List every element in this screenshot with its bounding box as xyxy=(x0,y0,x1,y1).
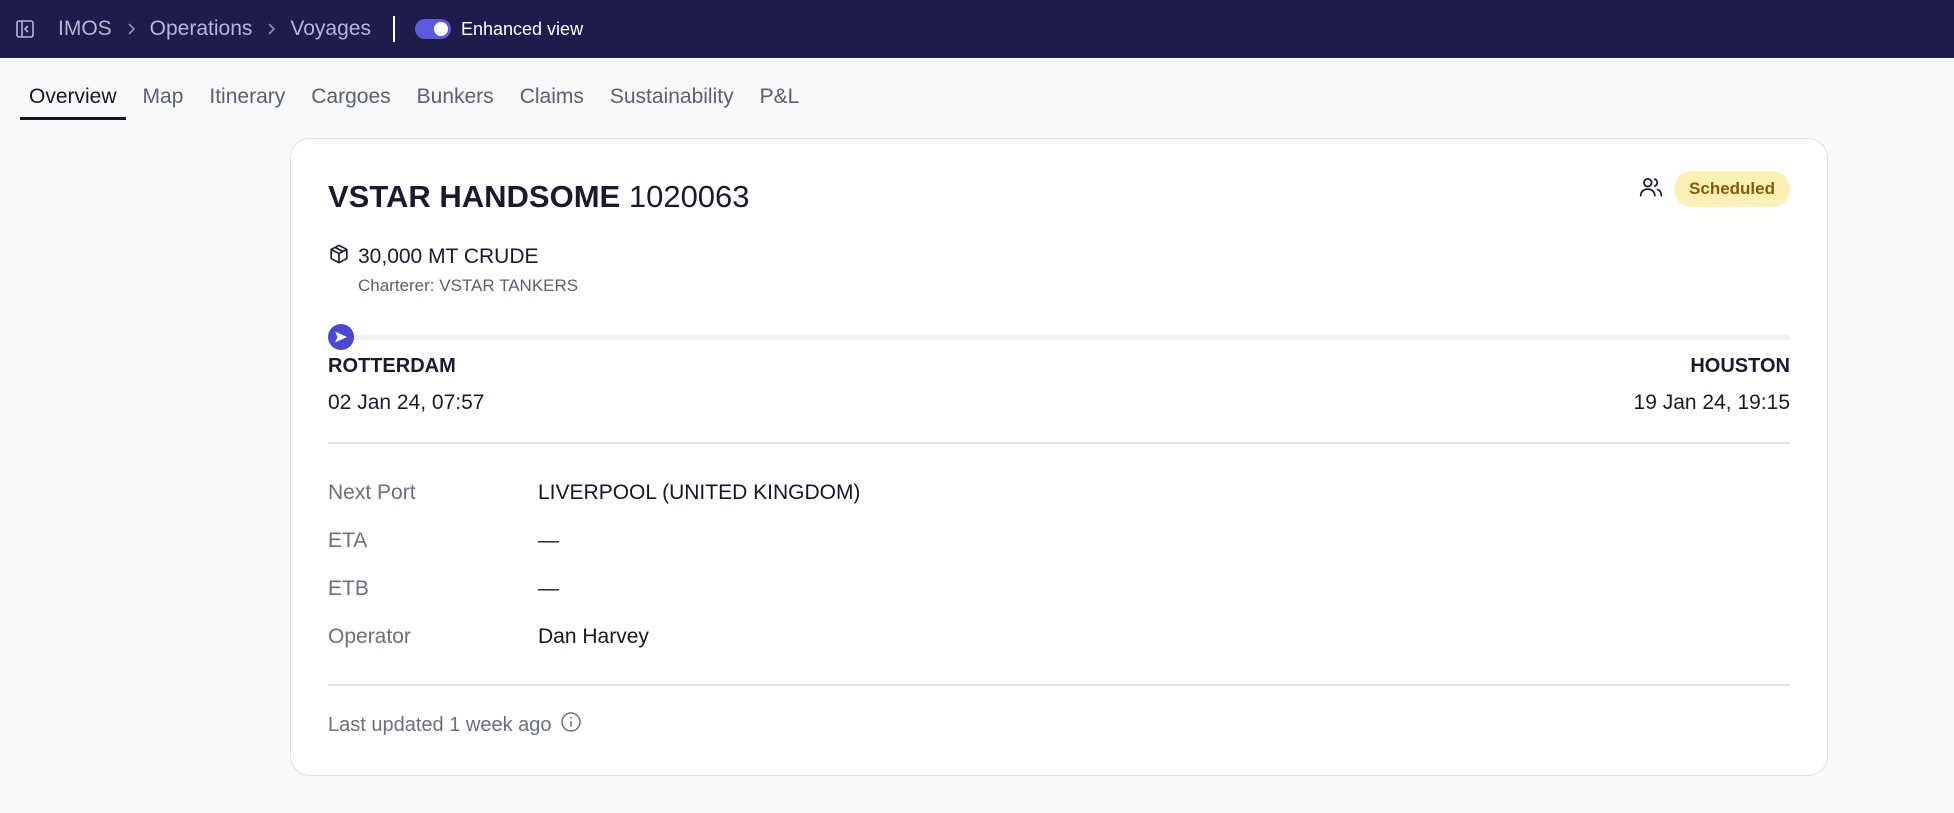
voyage-card: VSTAR HANDSOME 1020063 Scheduled 30,000 … xyxy=(290,138,1828,776)
destination-port: HOUSTON xyxy=(1690,355,1790,377)
divider xyxy=(328,442,1790,444)
chevron-right-icon xyxy=(126,22,136,36)
navigation-arrow-icon xyxy=(328,324,354,350)
voyage-progress xyxy=(328,324,1790,350)
last-updated-text: Last updated 1 week ago xyxy=(328,713,552,736)
chevron-right-icon xyxy=(266,22,276,36)
origin-port: ROTTERDAM xyxy=(328,355,456,377)
tab-cargoes[interactable]: Cargoes xyxy=(302,85,399,120)
package-icon xyxy=(328,243,358,271)
users-icon[interactable] xyxy=(1638,174,1664,205)
cargo-summary: 30,000 MT CRUDE xyxy=(328,243,539,271)
detail-label: Operator xyxy=(328,625,411,648)
detail-value: LIVERPOOL (UNITED KINGDOM) xyxy=(538,481,861,504)
cargo-text: 30,000 MT CRUDE xyxy=(358,245,539,268)
divider xyxy=(328,684,1790,686)
tab-itinerary[interactable]: Itinerary xyxy=(200,85,294,120)
tab-pnl[interactable]: P&L xyxy=(751,85,809,120)
enhanced-view-toggle[interactable] xyxy=(414,19,451,39)
enhanced-view-label: Enhanced view xyxy=(460,18,584,39)
tab-bar: Overview Map Itinerary Cargoes Bunkers C… xyxy=(0,58,1954,120)
detail-value: Dan Harvey xyxy=(538,625,649,648)
divider xyxy=(392,16,395,42)
detail-value: — xyxy=(538,529,559,552)
tab-bunkers[interactable]: Bunkers xyxy=(408,85,503,120)
sidebar-collapse-icon[interactable] xyxy=(14,18,36,40)
destination-date: 19 Jan 24, 19:15 xyxy=(1633,391,1790,414)
breadcrumb-voyages[interactable]: Voyages xyxy=(290,17,371,41)
top-bar: IMOS Operations Voyages Enhanced view xyxy=(0,0,1954,58)
card-header-actions: Scheduled xyxy=(1638,171,1790,207)
tab-overview[interactable]: Overview xyxy=(20,85,126,120)
info-icon[interactable] xyxy=(552,711,582,739)
tab-sustainability[interactable]: Sustainability xyxy=(601,85,743,120)
detail-label: ETB xyxy=(328,577,369,600)
tab-map[interactable]: Map xyxy=(134,85,193,120)
toggle-knob xyxy=(433,22,448,36)
progress-track xyxy=(338,335,1790,340)
vessel-name: VSTAR HANDSOME xyxy=(328,179,621,214)
breadcrumb-imos[interactable]: IMOS xyxy=(58,17,112,41)
status-badge: Scheduled xyxy=(1674,171,1790,207)
detail-label: ETA xyxy=(328,529,368,552)
charterer-text: Charterer: VSTAR TANKERS xyxy=(358,276,579,295)
last-updated: Last updated 1 week ago xyxy=(328,711,582,739)
voyage-number: 1020063 xyxy=(628,179,750,214)
voyage-title: VSTAR HANDSOME 1020063 xyxy=(328,179,750,215)
tab-claims[interactable]: Claims xyxy=(511,85,593,120)
detail-value: — xyxy=(538,577,559,600)
detail-label: Next Port xyxy=(328,481,416,504)
origin-date: 02 Jan 24, 07:57 xyxy=(328,391,485,414)
breadcrumb-operations[interactable]: Operations xyxy=(150,17,253,41)
